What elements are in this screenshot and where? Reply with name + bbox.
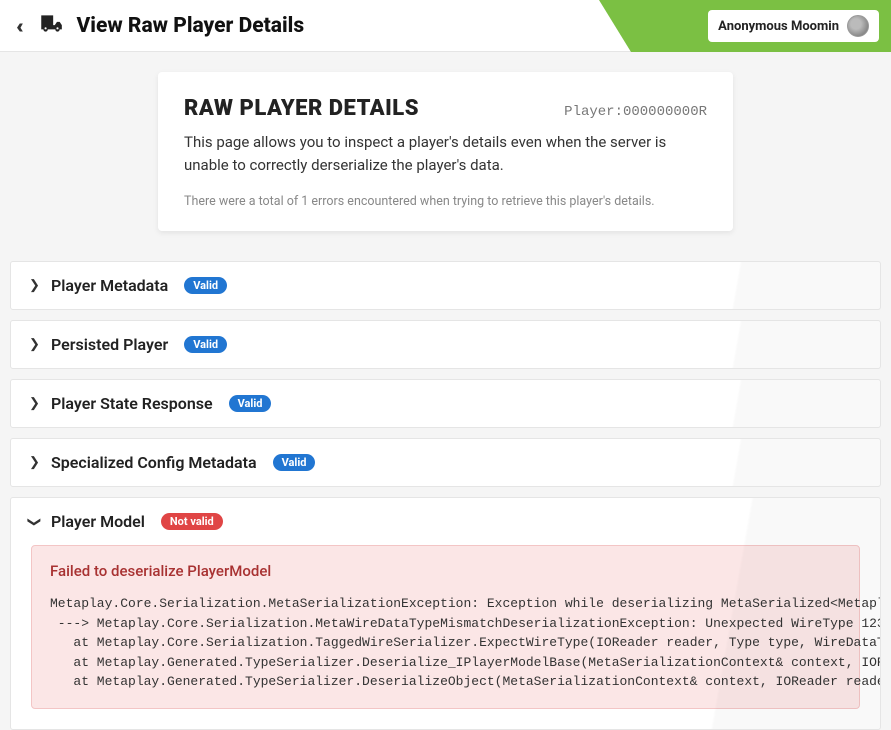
status-badge: Valid <box>273 454 316 471</box>
chevron-right-icon: ❯ <box>29 396 39 411</box>
panel-header[interactable]: ❯ Player Model Not valid <box>11 498 880 545</box>
error-title: Failed to deserialize PlayerModel <box>50 562 841 580</box>
panel-title: Player Metadata <box>51 276 168 295</box>
error-box: Failed to deserialize PlayerModel Metapl… <box>31 545 860 709</box>
panel-persisted-player: ❯ Persisted Player Valid <box>10 320 881 369</box>
panel-title: Player State Response <box>51 394 213 413</box>
panel-title: Specialized Config Metadata <box>51 453 257 472</box>
player-id: Player:000000000R <box>564 104 707 120</box>
status-badge: Valid <box>184 336 227 353</box>
panel-player-state-response: ❯ Player State Response Valid <box>10 379 881 428</box>
panel-body: Failed to deserialize PlayerModel Metapl… <box>11 545 880 729</box>
details-card: RAW PLAYER DETAILS Player:000000000R Thi… <box>158 72 733 231</box>
truck-icon <box>38 11 64 41</box>
panel-player-metadata: ❯ Player Metadata Valid <box>10 261 881 310</box>
panel-header[interactable]: ❯ Specialized Config Metadata Valid <box>11 439 880 486</box>
card-description: This page allows you to inspect a player… <box>184 131 707 176</box>
card-title: RAW PLAYER DETAILS <box>184 96 419 121</box>
status-badge: Valid <box>184 277 227 294</box>
panel-header[interactable]: ❯ Player Metadata Valid <box>11 262 880 309</box>
error-stack-trace: Metaplay.Core.Serialization.MetaSerializ… <box>50 594 841 692</box>
panel-title: Persisted Player <box>51 335 168 354</box>
panel-player-model: ❯ Player Model Not valid Failed to deser… <box>10 497 881 730</box>
page-title: View Raw Player Details <box>76 14 304 38</box>
chevron-right-icon: ❯ <box>29 337 39 352</box>
back-button[interactable]: ‹‹ <box>16 14 18 38</box>
user-chip[interactable]: Anonymous Moomin <box>708 10 879 42</box>
panels-container: ❯ Player Metadata Valid ❯ Persisted Play… <box>0 261 891 730</box>
chevron-right-icon: ❯ <box>29 455 39 470</box>
status-badge: Not valid <box>161 513 223 530</box>
chevron-right-icon: ❯ <box>29 278 39 293</box>
panel-header[interactable]: ❯ Player State Response Valid <box>11 380 880 427</box>
card-note: There were a total of 1 errors encounter… <box>184 194 707 209</box>
user-name: Anonymous Moomin <box>718 19 839 34</box>
panel-title: Player Model <box>51 512 145 531</box>
avatar <box>847 15 869 37</box>
chevron-down-icon: ❯ <box>27 517 42 527</box>
panel-header[interactable]: ❯ Persisted Player Valid <box>11 321 880 368</box>
panel-specialized-config-metadata: ❯ Specialized Config Metadata Valid <box>10 438 881 487</box>
topbar: ‹‹ View Raw Player Details Anonymous Moo… <box>0 0 891 52</box>
status-badge: Valid <box>229 395 272 412</box>
